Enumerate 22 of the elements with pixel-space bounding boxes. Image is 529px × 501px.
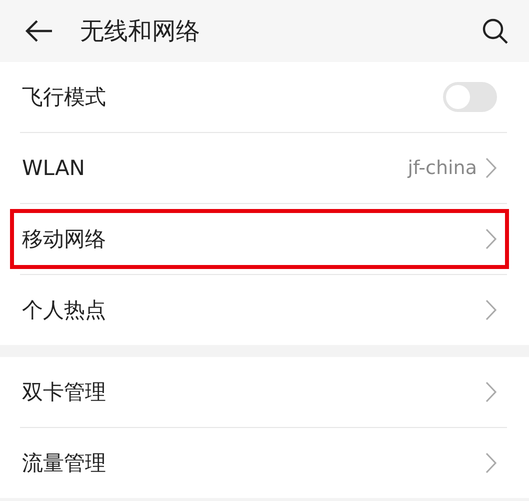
item-label: 个人热点 <box>22 297 107 324</box>
settings-item[interactable]: WLAN jf-china <box>0 133 529 203</box>
toggle-switch[interactable] <box>443 82 497 112</box>
page-title: 无线和网络 <box>80 16 201 47</box>
chevron-right-icon <box>485 452 497 474</box>
item-value: jf-china <box>408 157 477 179</box>
chevron-right-icon <box>485 228 497 250</box>
settings-item[interactable]: 飞行模式 <box>0 62 529 132</box>
chevron-right-icon <box>485 299 497 321</box>
settings-item[interactable]: 双卡管理 <box>0 357 529 427</box>
search-icon[interactable] <box>481 17 509 45</box>
settings-item[interactable]: 移动网络 <box>10 209 509 269</box>
settings-item[interactable]: 个人热点 <box>0 275 529 345</box>
item-label: 双卡管理 <box>22 379 107 406</box>
back-arrow-icon[interactable] <box>24 19 54 43</box>
chevron-right-icon <box>485 381 497 403</box>
item-label: 移动网络 <box>22 226 107 253</box>
item-label: 飞行模式 <box>22 84 107 111</box>
settings-item[interactable]: 流量管理 <box>0 428 529 498</box>
chevron-right-icon <box>485 157 497 179</box>
item-label: WLAN <box>22 156 86 180</box>
item-label: 流量管理 <box>22 450 107 477</box>
